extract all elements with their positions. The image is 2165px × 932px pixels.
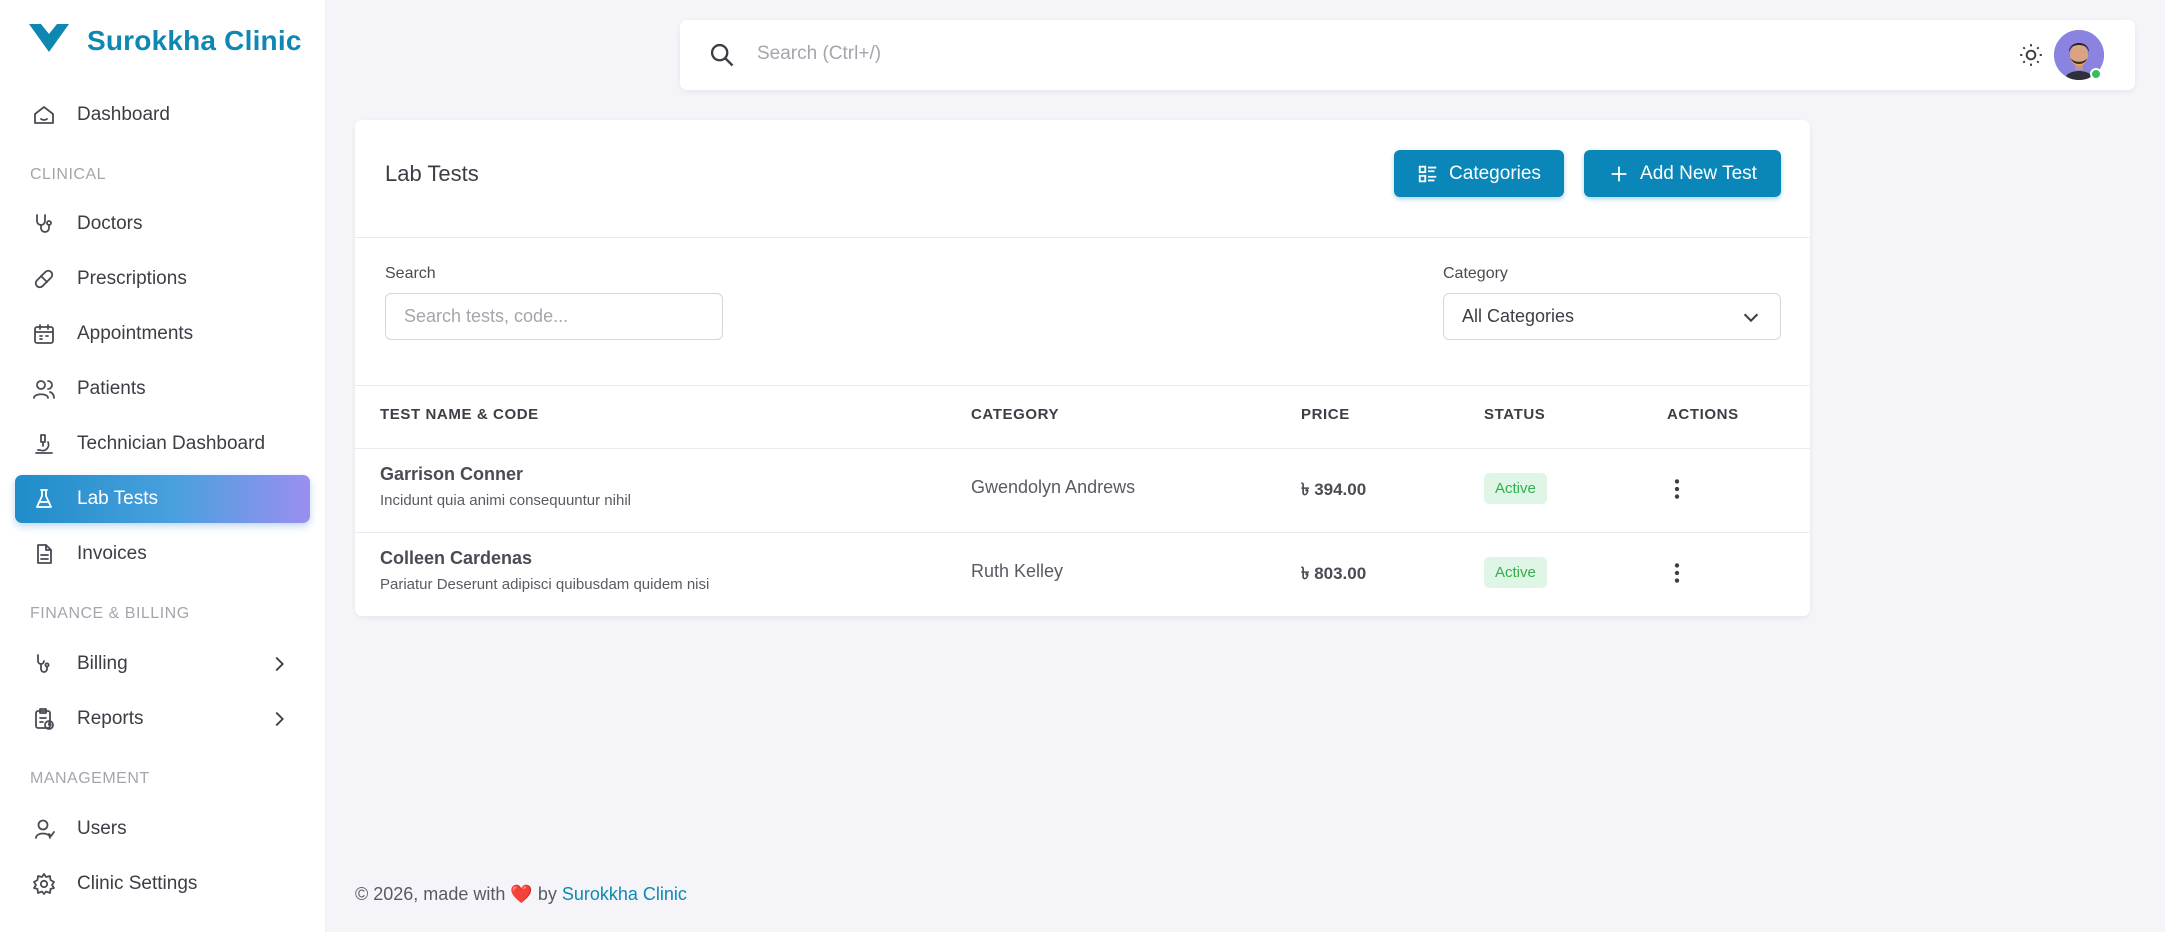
section-label-finance: FINANCE & BILLING [30, 605, 190, 622]
divider [355, 385, 1810, 386]
sidebar-item-label: Users [77, 818, 127, 839]
microscope-icon [31, 431, 57, 457]
user-icon [31, 816, 57, 842]
category-label: Category [1443, 265, 1508, 282]
brand[interactable]: Surokkha Clinic [27, 20, 302, 61]
sidebar-item-label: Doctors [77, 213, 143, 234]
search-tests-input[interactable] [385, 293, 723, 340]
column-header-test-name[interactable]: TEST NAME & CODE [380, 406, 539, 423]
sidebar-item-doctors[interactable]: Doctors [15, 200, 310, 248]
footer-prefix: © 2026, made with [355, 884, 506, 904]
sidebar-item-label: Invoices [77, 543, 147, 564]
flask-icon [31, 486, 57, 512]
sun-icon[interactable] [2018, 42, 2044, 68]
test-name: Colleen Cardenas [380, 548, 533, 568]
chevron-right-icon [268, 708, 290, 730]
status-badge: Active [1484, 473, 1547, 504]
column-header-price[interactable]: PRICE [1301, 406, 1350, 423]
sidebar-item-label: Reports [77, 708, 144, 729]
brand-name: Surokkha Clinic [87, 24, 302, 56]
global-search-input[interactable]: Search (Ctrl+/) [757, 43, 881, 65]
search-label: Search [385, 265, 436, 282]
sidebar-item-label: Prescriptions [77, 268, 187, 289]
table-row[interactable]: Garrison Conner Incidunt quia animi cons… [355, 448, 1810, 532]
sidebar-item-prescriptions[interactable]: Prescriptions [15, 255, 310, 303]
users-icon [31, 376, 57, 402]
sidebar: Surokkha Clinic Dashboard CLINICAL Docto… [0, 0, 325, 932]
home-icon [31, 102, 57, 128]
test-price: ৳ 394.00 [1301, 480, 1367, 499]
test-category: Ruth Kelley [971, 561, 1064, 581]
section-label-management: MANAGEMENT [30, 770, 150, 787]
column-header-actions: ACTIONS [1667, 406, 1739, 423]
sidebar-item-users[interactable]: Users [15, 805, 310, 853]
sidebar-item-billing[interactable]: Billing [15, 640, 310, 688]
pill-icon [31, 266, 57, 292]
sidebar-item-technician-dashboard[interactable]: Technician Dashboard [15, 420, 310, 468]
sidebar-item-label: Dashboard [77, 104, 170, 125]
sidebar-item-label: Billing [77, 653, 128, 674]
clipboard-clock-icon [31, 706, 57, 732]
sidebar-item-reports[interactable]: Reports [15, 695, 310, 743]
search-icon[interactable] [708, 41, 736, 69]
stethoscope-icon [31, 211, 57, 237]
add-new-test-button[interactable]: Add New Test [1584, 150, 1781, 197]
footer: © 2026, made with ❤️ by Surokkha Clinic [355, 884, 687, 905]
divider [355, 237, 1810, 238]
category-select-value: All Categories [1462, 306, 1575, 326]
test-category: Gwendolyn Andrews [971, 477, 1136, 497]
document-icon [31, 541, 57, 567]
page-title: Lab Tests [385, 161, 479, 186]
categories-button-label: Categories [1449, 162, 1541, 184]
heart-logo-icon [27, 20, 71, 61]
sidebar-item-invoices[interactable]: Invoices [15, 530, 310, 578]
plus-icon [1611, 166, 1627, 181]
footer-by: by [537, 884, 557, 904]
online-status-dot [2090, 68, 2102, 80]
top-search-bar: Search (Ctrl+/) [680, 20, 2135, 90]
row-actions-menu-icon[interactable] [1664, 559, 1690, 587]
sidebar-item-clinic-settings[interactable]: Clinic Settings [15, 860, 310, 908]
gear-icon [31, 871, 57, 897]
sidebar-item-appointments[interactable]: Appointments [15, 310, 310, 358]
sidebar-item-dashboard[interactable]: Dashboard [15, 91, 310, 139]
calendar-icon [31, 321, 57, 347]
chevron-down-icon [1740, 306, 1762, 328]
row-actions-menu-icon[interactable] [1664, 475, 1690, 503]
sidebar-item-label: Appointments [77, 323, 194, 344]
sidebar-item-label: Patients [77, 378, 146, 399]
section-label-clinical: CLINICAL [30, 166, 107, 183]
stethoscope-hook-icon [31, 651, 57, 677]
list-grid-icon [1418, 165, 1437, 182]
column-header-status[interactable]: STATUS [1484, 406, 1545, 423]
test-name: Garrison Conner [380, 464, 524, 484]
categories-button[interactable]: Categories [1394, 150, 1564, 197]
status-badge: Active [1484, 557, 1547, 588]
chevron-right-icon [268, 653, 290, 675]
lab-tests-card: Lab Tests Categories Add New Test Search… [355, 120, 1810, 616]
test-price: ৳ 803.00 [1301, 564, 1367, 583]
table-row[interactable]: Colleen Cardenas Pariatur Deserunt adipi… [355, 532, 1810, 616]
sidebar-item-label: Technician Dashboard [77, 433, 266, 454]
sidebar-item-label: Clinic Settings [77, 873, 198, 894]
test-description: Pariatur Deserunt adipisci quibusdam qui… [380, 576, 710, 593]
sidebar-item-lab-tests[interactable]: Lab Tests [15, 475, 310, 523]
test-description: Incidunt quia animi consequuntur nihil [380, 492, 631, 509]
sidebar-item-label: Lab Tests [77, 488, 158, 509]
footer-brand-link[interactable]: Surokkha Clinic [562, 884, 687, 904]
add-new-test-button-label: Add New Test [1640, 162, 1757, 184]
sidebar-item-patients[interactable]: Patients [15, 365, 310, 413]
category-select[interactable]: All Categories [1443, 293, 1781, 340]
column-header-category[interactable]: CATEGORY [971, 406, 1059, 423]
heart-icon: ❤️ [510, 884, 533, 904]
